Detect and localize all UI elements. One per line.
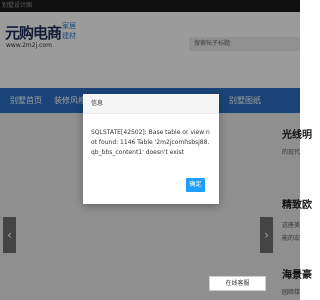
- online-service-button[interactable]: 在线客服: [209, 276, 266, 291]
- dialog-message: SQLSTATE[42S02]: Base table or view not …: [91, 129, 210, 156]
- error-dialog: 信息 SQLSTATE[42S02]: Base table or view n…: [83, 94, 219, 204]
- confirm-button[interactable]: 确定: [186, 178, 205, 192]
- dialog-title: 信息: [83, 94, 219, 114]
